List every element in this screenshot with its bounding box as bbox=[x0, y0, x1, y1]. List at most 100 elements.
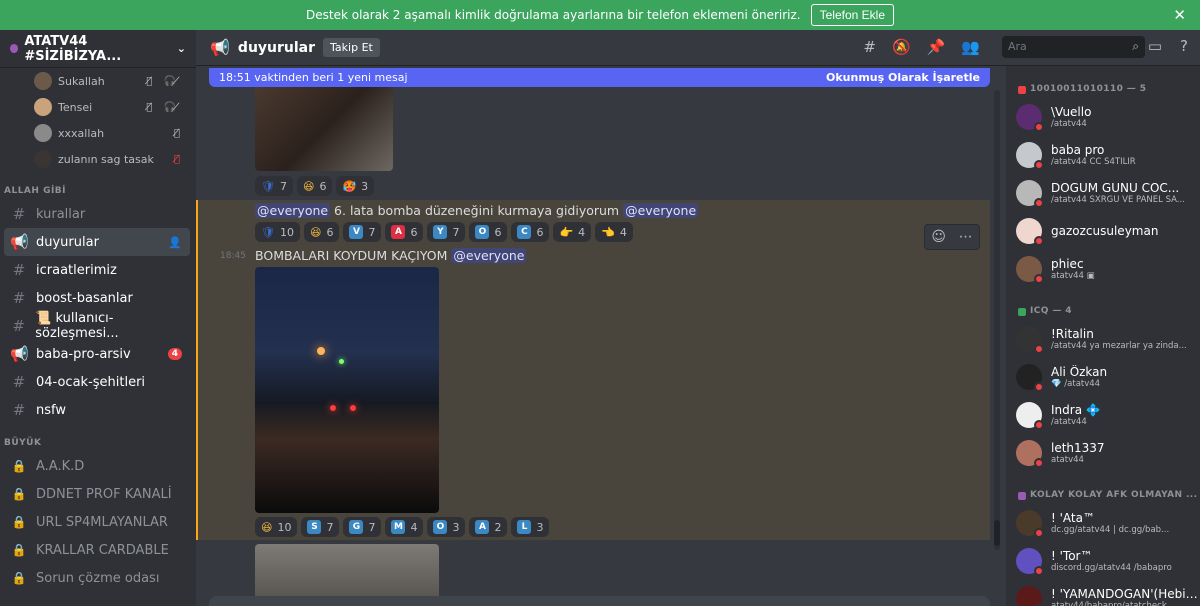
new-messages-bar[interactable]: 18:51 vaktinden beri 1 yeni mesaj Okunmu… bbox=[209, 68, 990, 87]
mention[interactable]: @everyone bbox=[451, 248, 527, 263]
close-icon[interactable]: ✕ bbox=[1173, 6, 1186, 24]
search-placeholder: Ara bbox=[1008, 40, 1027, 53]
mention[interactable]: @everyone bbox=[623, 203, 699, 218]
inbox-icon[interactable]: ▭ bbox=[1148, 37, 1162, 55]
server-header[interactable]: ATATV44 #SİZİBİZYA... ⌄ bbox=[0, 30, 196, 68]
reaction-count: 4 bbox=[578, 225, 586, 239]
search-input[interactable]: Ara ⌕ bbox=[1002, 36, 1145, 58]
channel-3[interactable]: # boost-basanlar bbox=[4, 284, 190, 312]
reaction[interactable]: L3 bbox=[511, 517, 550, 537]
channel-name: boost-basanlar bbox=[36, 290, 133, 306]
follow-button[interactable]: Takip Et bbox=[323, 38, 380, 57]
reaction[interactable]: A6 bbox=[385, 222, 424, 242]
member[interactable]: DOGUM GUNU COC.../atatv44 SXRGU VE PANEL… bbox=[1006, 174, 1200, 212]
reaction[interactable]: 😆 6 bbox=[303, 222, 340, 242]
voice-channel-2[interactable]: 🔒 URL SP4MLAYANLAR bbox=[4, 508, 190, 536]
phone-banner: Destek olarak 2 aşamalı kimlik doğrulama… bbox=[0, 0, 1200, 30]
reaction[interactable]: 😆 6 bbox=[296, 176, 333, 196]
member-text: !Ritalin/atatv44 ya mezarlar ya zinda... bbox=[1051, 327, 1187, 351]
member[interactable]: baba pro/atatv44 CC S4TILIR bbox=[1006, 136, 1200, 174]
invite-icon[interactable]: 👤 bbox=[168, 236, 182, 249]
chevron-down-icon[interactable]: ⌄ bbox=[177, 42, 186, 55]
voice-user[interactable]: xxxallah 🎙̸ bbox=[0, 120, 196, 146]
add-phone-button[interactable]: Telefon Ekle bbox=[810, 4, 894, 26]
member[interactable]: ! 'Ata™ dc.gg/atatv44 | dc.gg/bab... bbox=[1006, 504, 1200, 542]
voice-channel-4[interactable]: 🔒 Sorun çözme odası bbox=[4, 564, 190, 592]
reaction[interactable]: O6 bbox=[469, 222, 508, 242]
message-image-attachment[interactable] bbox=[255, 87, 393, 171]
message-image-attachment[interactable] bbox=[255, 267, 439, 513]
announcement-icon: 📢 bbox=[10, 233, 29, 251]
dnd-status-icon bbox=[1034, 566, 1044, 576]
category-buyuk[interactable]: BÜYÜK bbox=[0, 424, 196, 452]
dnd-status-icon bbox=[1034, 274, 1044, 284]
reaction[interactable]: 👈 4 bbox=[595, 222, 633, 242]
reaction-count: 7 bbox=[326, 520, 334, 534]
voice-user[interactable]: zulanın sag tasak 🎙̸ bbox=[0, 146, 196, 172]
emoji-icon: 🛡 bbox=[261, 179, 275, 193]
reaction[interactable]: 🛡 7 bbox=[255, 176, 293, 196]
voice-user-name: xxxallah bbox=[58, 126, 105, 140]
member[interactable]: Ali Özkan 💎 /atatv44 bbox=[1006, 358, 1200, 396]
reaction[interactable]: M4 bbox=[385, 517, 424, 537]
voice-user[interactable]: Sukallah 🎙̸ 🎧̸ bbox=[0, 68, 196, 94]
reaction[interactable]: S7 bbox=[301, 517, 340, 537]
threads-icon[interactable]: # bbox=[863, 38, 876, 56]
role-icon bbox=[1018, 308, 1026, 316]
hashtag-icon: # bbox=[12, 317, 25, 335]
channel-2[interactable]: # icraatlerimiz bbox=[4, 256, 190, 284]
member[interactable]: phiec atatv44 ▣ bbox=[1006, 250, 1200, 288]
scrollbar-thumb[interactable] bbox=[994, 520, 1000, 546]
role-icon bbox=[1018, 86, 1026, 94]
dnd-status-icon bbox=[1034, 458, 1044, 468]
member[interactable]: ! 'YAMANDOGAN'(Hebit... atatv44/babapro/a… bbox=[1006, 580, 1200, 606]
channel-name: duyurular bbox=[36, 234, 99, 250]
avatar bbox=[1016, 548, 1044, 576]
pin-icon[interactable]: 📌 bbox=[927, 38, 946, 56]
reaction[interactable]: 🥵 3 bbox=[336, 176, 375, 196]
channel-0[interactable]: # kurallar bbox=[4, 200, 190, 228]
reaction[interactable]: A2 bbox=[469, 517, 508, 537]
reaction[interactable]: Y7 bbox=[427, 222, 466, 242]
member-status: discord.gg/atatv44 /babapro bbox=[1051, 563, 1172, 573]
reaction[interactable]: 👉 4 bbox=[553, 222, 592, 242]
member-list-icon[interactable]: 👥 bbox=[961, 38, 980, 56]
member[interactable]: leth1337 atatv44 bbox=[1006, 434, 1200, 472]
member[interactable]: Indra 💠/atatv44 bbox=[1006, 396, 1200, 434]
channel-6[interactable]: #04-ocak-şehitleri bbox=[4, 368, 190, 396]
member[interactable]: \Vuello/atatv44 bbox=[1006, 98, 1200, 136]
reaction[interactable]: 🛡 10 bbox=[255, 222, 300, 242]
member-text: phiec atatv44 ▣ bbox=[1051, 257, 1095, 281]
channel-1[interactable]: 📢 duyurular 👤 bbox=[4, 228, 190, 256]
member[interactable]: ! 'Tor™ discord.gg/atatv44 /babapro bbox=[1006, 542, 1200, 580]
voice-channel-1[interactable]: 🔒 DDNET PROF KANALİ bbox=[4, 480, 190, 508]
member-status: atatv44 ▣ bbox=[1051, 271, 1095, 281]
channel-7[interactable]: # nsfw bbox=[4, 396, 190, 424]
reaction[interactable]: O3 bbox=[427, 517, 466, 537]
channel-4[interactable]: # 📜 kullanıcı-sözleşmesi... bbox=[4, 311, 190, 341]
member-status: atatv44/babapro/atatcheck bbox=[1051, 601, 1167, 606]
member-text: leth1337 atatv44 bbox=[1051, 441, 1105, 465]
lock-icon: 🔒 bbox=[11, 543, 27, 557]
reaction-count: 7 bbox=[368, 225, 376, 239]
chat-scrollbar[interactable] bbox=[994, 90, 1000, 550]
mark-as-read-button[interactable]: Okunmuş Olarak İşaretle bbox=[826, 71, 980, 84]
letter-emoji-icon: S bbox=[307, 520, 322, 534]
voice-channel-3[interactable]: 🔒 KRALLAR CARDABLE bbox=[4, 536, 190, 564]
reaction[interactable]: G7 bbox=[343, 517, 382, 537]
more-icon[interactable]: ⋯ bbox=[959, 229, 973, 245]
reaction[interactable]: 😆 10 bbox=[255, 517, 298, 537]
channel-5[interactable]: 📢 baba-pro-arsiv 4 bbox=[4, 340, 190, 368]
reaction[interactable]: V7 bbox=[343, 222, 382, 242]
voice-channel-0[interactable]: 🔒 A.A.K.D bbox=[4, 452, 190, 480]
member[interactable]: !Ritalin/atatv44 ya mezarlar ya zinda... bbox=[1006, 320, 1200, 358]
mention[interactable]: @everyone bbox=[255, 203, 331, 218]
category-allah[interactable]: ALLAH GİBİ bbox=[0, 172, 196, 200]
voice-user[interactable]: Tensei 🎙̸ 🎧̸ bbox=[0, 94, 196, 120]
help-icon[interactable]: ? bbox=[1180, 37, 1188, 55]
notification-muted-icon[interactable]: 🔕 bbox=[892, 38, 911, 56]
member[interactable]: gazozcusuleyman bbox=[1006, 212, 1200, 250]
reaction[interactable]: C6 bbox=[511, 222, 550, 242]
add-reaction-icon[interactable]: ☺ bbox=[931, 229, 946, 245]
message-composer[interactable] bbox=[209, 596, 990, 606]
